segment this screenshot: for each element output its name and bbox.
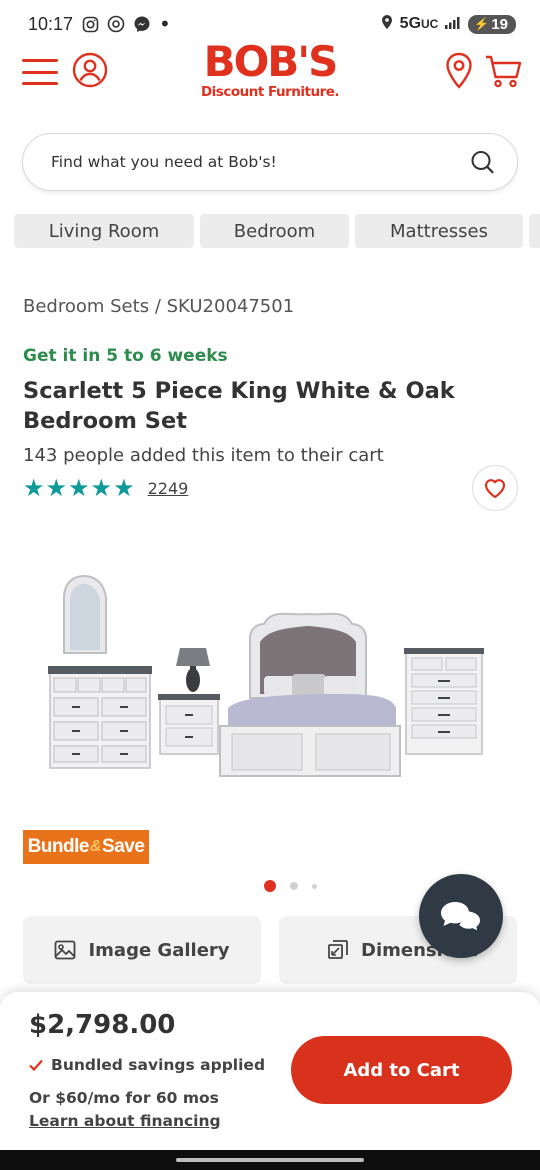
menu-icon[interactable] bbox=[22, 59, 58, 85]
bundled-savings-text: Bundled savings applied bbox=[51, 1056, 266, 1074]
breadcrumb-separator: / bbox=[154, 296, 161, 317]
home-gesture-handle[interactable] bbox=[176, 1158, 364, 1162]
carousel-dot[interactable] bbox=[312, 883, 317, 889]
logo-main-text: BOB'S bbox=[203, 37, 339, 86]
financing-text: Or $60/mo for 60 mos bbox=[29, 1089, 219, 1107]
bundle-save-badge: Bundle & Save bbox=[23, 830, 149, 864]
signal-icon bbox=[444, 15, 462, 34]
learn-financing-link[interactable]: Learn about financing bbox=[29, 1112, 221, 1130]
carousel-dots bbox=[264, 880, 317, 892]
badge-text-bundle: Bundle bbox=[27, 836, 90, 857]
star-icon: ★ bbox=[90, 474, 114, 502]
review-count-link[interactable]: 2249 bbox=[148, 479, 189, 498]
purchase-bar: $2,798.00 Bundled savings applied Or $60… bbox=[0, 992, 540, 1150]
image-gallery-label: Image Gallery bbox=[88, 939, 230, 961]
site-header: BOB'S Discount Furniture. bbox=[0, 40, 540, 112]
star-icon: ★ bbox=[68, 474, 91, 502]
add-to-cart-button[interactable]: Add to Cart bbox=[291, 1036, 512, 1104]
battery-charging-icon: ⚡ bbox=[474, 17, 490, 31]
notification-dot-icon: • bbox=[159, 12, 171, 36]
logo-sub-text: Discount Furniture. bbox=[200, 84, 340, 100]
bundled-savings: Bundled savings applied bbox=[29, 1056, 265, 1074]
category-bedroom[interactable]: Bedroom bbox=[200, 214, 349, 248]
network-suffix: UC bbox=[421, 17, 439, 31]
account-icon[interactable] bbox=[72, 52, 108, 88]
location-status-icon bbox=[380, 14, 394, 35]
chat-icon bbox=[441, 902, 483, 934]
battery-indicator: ⚡ 19 bbox=[468, 14, 516, 34]
check-icon bbox=[29, 1059, 43, 1071]
badge-ampersand: & bbox=[89, 838, 102, 855]
system-nav-bar bbox=[0, 1150, 540, 1170]
battery-level: 19 bbox=[491, 15, 508, 33]
category-next-partial[interactable] bbox=[529, 214, 540, 248]
status-time: 10:17 bbox=[28, 13, 74, 34]
product-sku: SKU20047501 bbox=[166, 296, 295, 317]
product-title: Scarlett 5 Piece King White & Oak Bedroo… bbox=[23, 378, 455, 434]
store-location-icon[interactable] bbox=[444, 52, 474, 90]
instagram-icon bbox=[81, 15, 99, 33]
carousel-dot[interactable] bbox=[290, 882, 298, 890]
category-tabs: Living Room Bedroom Mattresses bbox=[14, 214, 540, 248]
heart-icon bbox=[484, 479, 506, 499]
bobs-logo[interactable]: BOB'S Discount Furniture. bbox=[190, 40, 350, 104]
delivery-estimate: Get it in 5 to 6 weeks bbox=[23, 346, 228, 366]
image-gallery-button[interactable]: Image Gallery bbox=[23, 916, 261, 984]
breadcrumb: Bedroom Sets / SKU20047501 bbox=[23, 296, 294, 317]
search-bar[interactable]: Find what you need at Bob's! bbox=[22, 133, 518, 191]
breadcrumb-parent[interactable]: Bedroom Sets bbox=[23, 296, 149, 317]
star-icon: ★ bbox=[113, 474, 136, 502]
cart-icon[interactable] bbox=[484, 52, 522, 90]
carousel-dot[interactable] bbox=[264, 880, 276, 892]
product-price: $2,798.00 bbox=[29, 1010, 176, 1040]
badge-text-save: Save bbox=[102, 836, 145, 857]
threads-icon bbox=[107, 15, 125, 33]
network-label: 5G bbox=[399, 15, 422, 32]
star-icon: ★ bbox=[23, 474, 46, 502]
search-input[interactable]: Find what you need at Bob's! bbox=[51, 153, 469, 171]
search-icon[interactable] bbox=[469, 149, 495, 175]
dimensions-icon bbox=[328, 940, 348, 959]
category-mattresses[interactable]: Mattresses bbox=[355, 214, 523, 248]
cart-popularity-text: 143 people added this item to their cart bbox=[23, 445, 384, 466]
star-icon: ★ bbox=[45, 474, 69, 502]
chat-button[interactable] bbox=[419, 874, 503, 958]
category-living-room[interactable]: Living Room bbox=[14, 214, 194, 248]
wishlist-button[interactable] bbox=[472, 465, 518, 511]
product-rating: ★★★★★ 2249 bbox=[23, 474, 188, 502]
messenger-icon bbox=[133, 15, 151, 33]
rating-stars[interactable]: ★★★★★ bbox=[23, 474, 136, 502]
image-icon bbox=[55, 940, 76, 960]
product-image[interactable] bbox=[40, 568, 500, 788]
